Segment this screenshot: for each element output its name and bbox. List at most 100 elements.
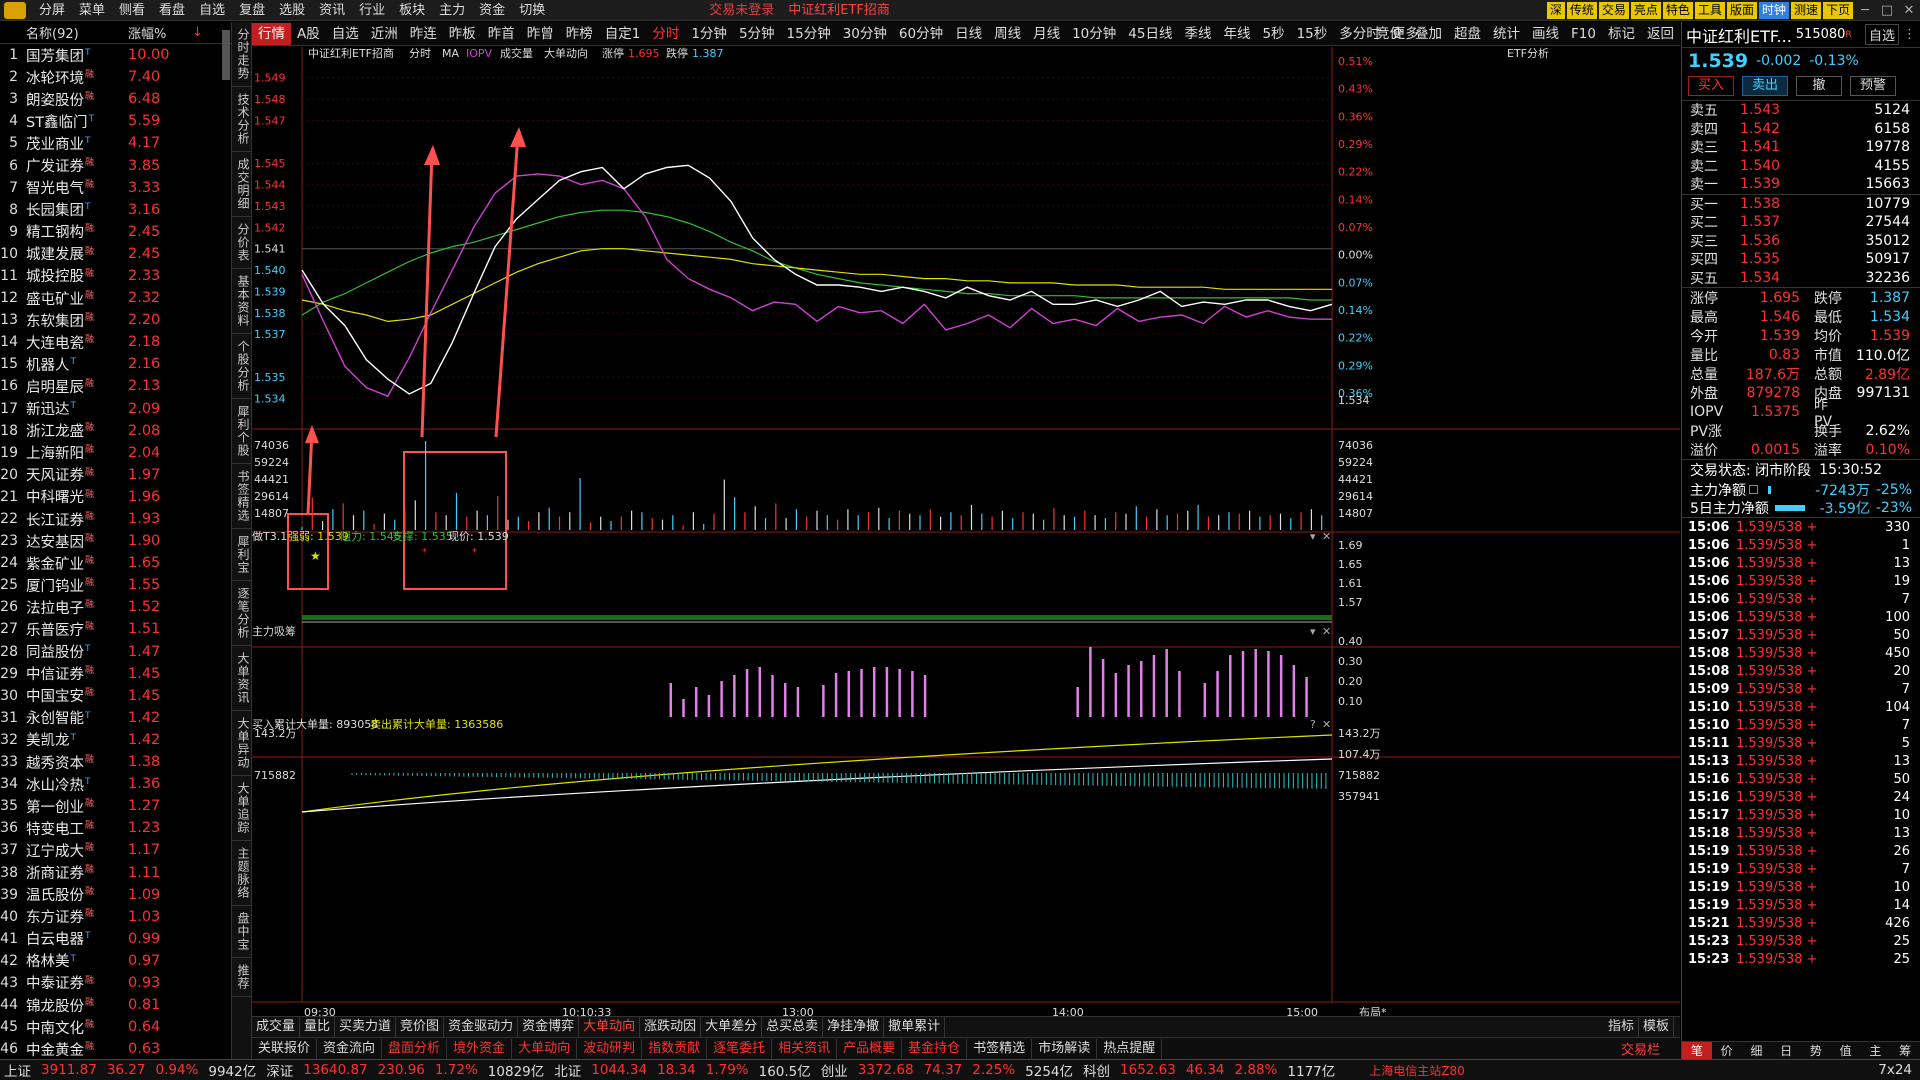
stock-row[interactable]: 34 冰山冷热T 1.36 [0, 773, 231, 795]
vertical-tab[interactable]: 推荐 [232, 958, 252, 997]
stock-row[interactable]: 5 茂业商业T 4.17 [0, 132, 231, 154]
info-tab[interactable]: 逐笔委托 [707, 1038, 773, 1059]
vertical-tab[interactable]: 逐笔分析 [232, 581, 252, 646]
info-tab[interactable]: 波动研判 [577, 1038, 643, 1059]
stock-row[interactable]: 31 永创智能T 1.42 [0, 707, 231, 729]
stock-row[interactable]: 39 温氏股份融 1.09 [0, 884, 231, 906]
stock-row[interactable]: 22 长江证券融 1.93 [0, 508, 231, 530]
stock-row[interactable]: 4 ST鑫临门T 5.59 [0, 110, 231, 132]
stock-row[interactable]: 16 启明星辰融 2.13 [0, 375, 231, 397]
stock-row[interactable]: 29 中信证券融 1.45 [0, 663, 231, 685]
tool-button[interactable]: 测速 [1790, 2, 1821, 19]
period-tab[interactable]: 5秒 [1256, 23, 1290, 45]
menu-item[interactable]: 选股 [272, 0, 312, 21]
menu-item[interactable]: 资讯 [312, 0, 352, 21]
quote-footer-tab[interactable]: 势 [1801, 1042, 1831, 1059]
indicator-tab[interactable]: 大单动向 [579, 1017, 641, 1037]
stock-row[interactable]: 1 国芳集团T 10.00 [0, 44, 231, 66]
quote-footer-tab[interactable]: 主 [1861, 1042, 1891, 1059]
stock-row[interactable]: 32 美凯龙T 1.42 [0, 729, 231, 751]
more-icon[interactable]: ⋮ [1903, 27, 1916, 42]
cancel-order-button[interactable]: 撤 [1796, 76, 1842, 96]
alert-button[interactable]: 预警 [1850, 76, 1896, 96]
period-tab[interactable]: 15分钟 [781, 23, 837, 45]
stock-row[interactable]: 25 厦门钨业融 1.55 [0, 574, 231, 596]
stock-row[interactable]: 24 紫金矿业融 1.65 [0, 552, 231, 574]
menu-item[interactable]: 自选 [192, 0, 232, 21]
name-column-header[interactable]: 名称(92) [26, 23, 122, 42]
menu-item[interactable]: 侧看 [112, 0, 152, 21]
indicator-tab[interactable]: 资金驱动力 [444, 1017, 519, 1037]
stock-row[interactable]: 30 中国宝安融 1.45 [0, 685, 231, 707]
tool-tab[interactable]: 画线 [1526, 23, 1565, 45]
menu-item[interactable]: 板块 [392, 0, 432, 21]
tool-tab[interactable]: 超盘 [1448, 23, 1487, 45]
indicator-tab[interactable]: 撤单累计 [884, 1017, 946, 1037]
info-tab[interactable]: 盘面分析 [382, 1038, 448, 1059]
maximize-icon[interactable]: □ [1876, 0, 1898, 21]
vertical-tab[interactable]: 分价表 [232, 217, 252, 269]
vertical-tab[interactable]: 技术分析 [232, 87, 252, 152]
stock-row[interactable]: 15 机器人T 2.16 [0, 353, 231, 375]
quote-footer-tab[interactable]: 笔 [1682, 1042, 1712, 1059]
quote-footer-tab[interactable]: 价 [1712, 1042, 1742, 1059]
tool-button[interactable]: 版面 [1726, 2, 1757, 19]
order-book-row[interactable]: 卖一 1.539 15663 [1682, 175, 1920, 194]
stock-row[interactable]: 13 东软集团融 2.20 [0, 309, 231, 331]
period-tab[interactable]: 行情 [252, 22, 291, 45]
vertical-tab[interactable]: 成交明细 [232, 152, 252, 217]
stock-row[interactable]: 8 长园集团T 3.16 [0, 199, 231, 221]
vertical-tab[interactable]: 个股分析 [232, 334, 252, 399]
stock-row[interactable]: 41 白云电器T 0.99 [0, 928, 231, 950]
menu-item[interactable]: 行业 [352, 0, 392, 21]
tool-tab[interactable]: 标记 [1602, 23, 1641, 45]
quote-footer-tab[interactable]: 日 [1771, 1042, 1801, 1059]
stock-row[interactable]: 6 广发证券融 3.85 [0, 154, 231, 176]
period-tab[interactable]: 分时 [646, 23, 685, 45]
menu-item[interactable]: 资金 [472, 0, 512, 21]
stock-row[interactable]: 23 达安基因融 1.90 [0, 530, 231, 552]
order-book-row[interactable]: 买四 1.535 50917 [1682, 250, 1920, 269]
menu-item[interactable]: 菜单 [72, 0, 112, 21]
order-book-row[interactable]: 卖五 1.543 5124 [1682, 101, 1920, 120]
period-tab[interactable]: 近洲 [365, 23, 404, 45]
indicator-tab[interactable]: 买卖力道 [335, 1017, 397, 1037]
stock-row[interactable]: 43 中泰证券融 0.93 [0, 972, 231, 994]
period-tab[interactable]: 年线 [1217, 23, 1256, 45]
server-status[interactable]: 上海电信主站Z80 [1369, 1062, 1465, 1079]
stock-row[interactable]: 12 盛屯矿业融 2.32 [0, 287, 231, 309]
indicator-tool-tab[interactable]: 指标 [1604, 1017, 1639, 1037]
stock-row[interactable]: 17 新迅达T 2.09 [0, 398, 231, 420]
help-icon[interactable]: ? [1310, 718, 1316, 731]
stock-row[interactable]: 18 浙江龙盛融 2.08 [0, 420, 231, 442]
vertical-tab[interactable]: 基本资料 [232, 269, 252, 334]
stock-row[interactable]: 40 东方证券融 1.03 [0, 906, 231, 928]
vertical-tab[interactable]: 书签精选 [232, 464, 252, 529]
stock-row[interactable]: 27 乐普医疗融 1.51 [0, 618, 231, 640]
tool-button[interactable]: 特色 [1662, 2, 1693, 19]
stock-row[interactable]: 10 城建发展融 2.45 [0, 243, 231, 265]
tool-tab[interactable]: F10 [1565, 23, 1602, 45]
order-book-row[interactable]: 卖四 1.542 6158 [1682, 120, 1920, 139]
stock-row[interactable]: 3 朗姿股份融 6.48 [0, 88, 231, 110]
kc-label[interactable]: 科创 [1083, 1060, 1110, 1080]
period-tab[interactable]: 月线 [1027, 23, 1066, 45]
vertical-tab[interactable]: 大单资讯 [232, 646, 252, 711]
stock-row[interactable]: 45 中南文化融 0.64 [0, 1016, 231, 1038]
stock-row[interactable]: 7 智光电气融 3.33 [0, 177, 231, 199]
stock-row[interactable]: 35 第一创业融 1.27 [0, 795, 231, 817]
stock-row[interactable]: 14 大连电瓷融 2.18 [0, 331, 231, 353]
close-icon[interactable]: ✕ [1322, 718, 1331, 731]
chart-area[interactable]: 中证红利ETF招商 分时 MA IOPV 成交量 大单动向 涨停 1.695 跌停 1.387 ET… [252, 47, 1680, 1016]
stock-row[interactable]: 36 特变电工融 1.23 [0, 817, 231, 839]
period-tab[interactable]: 60分钟 [893, 23, 949, 45]
menu-item[interactable]: 主力 [432, 0, 472, 21]
indicator-tab[interactable]: 资金博弈 [518, 1017, 580, 1037]
vertical-tab[interactable]: 盘中宝 [232, 906, 252, 958]
quote-footer-tab[interactable]: 细 [1742, 1042, 1772, 1059]
cy-label[interactable]: 创业 [821, 1060, 848, 1080]
info-tab[interactable]: 关联报价 [252, 1038, 318, 1059]
tool-button[interactable]: 时钟 [1758, 2, 1789, 19]
period-tab[interactable]: 5分钟 [733, 23, 781, 45]
info-tab[interactable]: 书签精选 [967, 1038, 1033, 1059]
